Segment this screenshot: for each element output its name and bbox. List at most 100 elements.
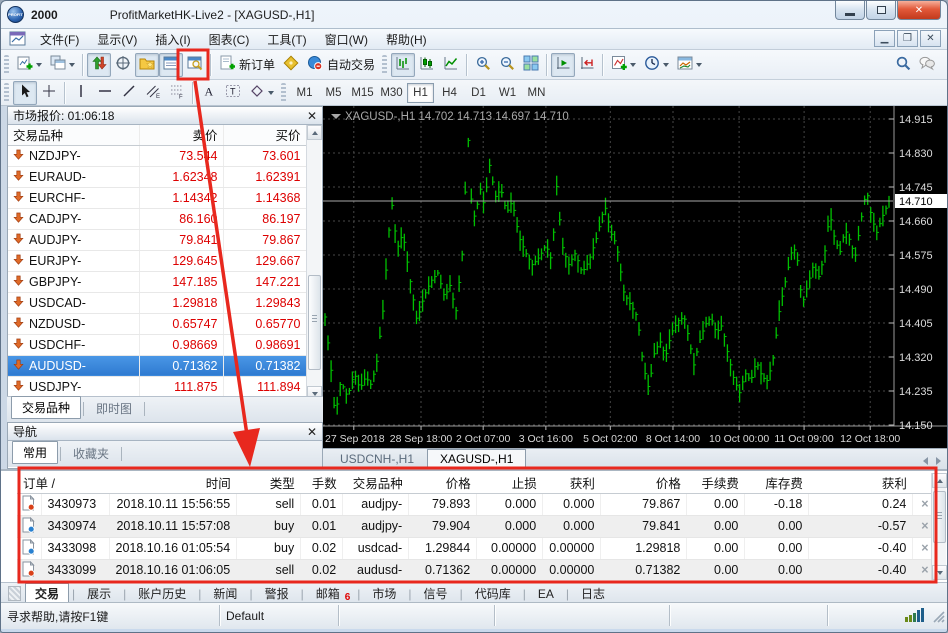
market-watch-row-usdchf[interactable]: USDCHF- 0.98669 0.98691 (8, 334, 307, 356)
fibonacci-button[interactable]: F (165, 81, 189, 105)
new-chart-button[interactable] (13, 53, 46, 77)
chart-minimize-button[interactable]: ▁ (874, 30, 895, 47)
column-header-1[interactable]: 卖价 (139, 125, 224, 146)
orders-column-header-0[interactable]: 订单 / (17, 473, 109, 494)
toolbar-grip[interactable] (281, 82, 286, 103)
timeframe-m15[interactable]: M15 (349, 83, 376, 103)
channel-button[interactable]: E (141, 81, 165, 105)
orders-column-header-5[interactable]: 价格 (408, 473, 477, 494)
order-row-3430973[interactable]: 3430973 2018.10.11 15:56:55 sell 0.01 audjpy… (17, 493, 938, 516)
orders-scrollbar[interactable] (931, 473, 947, 580)
timeframe-w1[interactable]: W1 (494, 83, 521, 103)
scrollbar-thumb[interactable] (933, 491, 946, 543)
navigator-header[interactable]: 导航 ✕ (8, 423, 322, 441)
horizontal-line-button[interactable] (93, 81, 117, 105)
navigator-tab-0[interactable]: 常用 (12, 441, 59, 464)
market-watch-tab-0[interactable]: 交易品种 (11, 396, 82, 419)
chart-canvas[interactable]: 14.915 14.830 14.745 14.660 14.575 14.490 14.4… (323, 106, 947, 448)
market-watch-row-audusd[interactable]: AUDUSD- 0.71362 0.71382 (8, 355, 307, 377)
orders-column-header-2[interactable]: 类型 (236, 473, 301, 494)
column-header-2[interactable]: 买价 (223, 125, 307, 146)
market-watch-row-usdcad[interactable]: USDCAD- 1.29818 1.29843 (8, 292, 307, 314)
text-button[interactable]: A (197, 81, 221, 105)
window-close-button[interactable]: ✕ (897, 1, 941, 20)
terminal-tab-3[interactable]: 新闻 (204, 584, 246, 603)
scroll-up-icon[interactable] (932, 473, 947, 488)
cursor-button[interactable] (13, 80, 37, 105)
menu-item-5[interactable]: 窗口(W) (316, 29, 377, 50)
crosshair-button[interactable] (37, 81, 61, 105)
orders-column-header-8[interactable]: 价格 (600, 473, 687, 494)
terminal-tab-0[interactable]: 交易 (25, 583, 70, 604)
market-watch-close-icon[interactable]: ✕ (307, 110, 317, 122)
shapes-button[interactable] (245, 81, 278, 105)
chevron-down-icon[interactable] (630, 62, 637, 67)
zoom-out-button[interactable] (495, 53, 519, 77)
terminal-grip-icon[interactable] (8, 586, 21, 601)
scroll-down-icon[interactable] (932, 565, 947, 580)
orders-column-header-7[interactable]: 获利 (542, 473, 601, 494)
toolbar-grip[interactable] (4, 54, 9, 75)
scroll-up-icon[interactable] (307, 125, 322, 140)
market-watch-row-cadjpy[interactable]: CADJPY- 86.160 86.197 (8, 208, 307, 230)
candlestick-button[interactable] (415, 53, 439, 77)
chart-close-button[interactable]: ✕ (920, 30, 941, 47)
window-restore-button[interactable] (866, 1, 896, 20)
orders-column-header-1[interactable]: 时间 (109, 473, 237, 494)
menu-item-0[interactable]: 文件(F) (31, 29, 88, 50)
terminal-tab-10[interactable]: 日志 (572, 584, 614, 603)
bar-chart-button[interactable] (391, 52, 416, 77)
order-row-3430974[interactable]: 3430974 2018.10.11 15:57:08 buy 0.01 audjpy-… (17, 515, 938, 538)
search-button[interactable] (891, 53, 915, 77)
terminal-tab-9[interactable]: EA (529, 586, 563, 602)
toolbar-grip[interactable] (4, 82, 9, 103)
market-watch-row-audjpy[interactable]: AUDJPY- 79.841 79.867 (8, 229, 307, 251)
market-watch-row-euraud[interactable]: EURAUD- 1.62348 1.62391 (8, 166, 307, 188)
scrollbar-thumb[interactable] (308, 275, 321, 370)
chevron-down-icon[interactable] (663, 62, 670, 67)
tab-scroll-right-icon[interactable] (936, 457, 941, 465)
orders-column-header-11[interactable]: 获利 (808, 473, 913, 494)
terminal-tab-6[interactable]: 市场 (363, 584, 405, 603)
orders-column-header-9[interactable]: 手续费 (686, 473, 745, 494)
chat-button[interactable] (915, 53, 939, 77)
terminal-tab-5[interactable]: 邮箱 (307, 584, 349, 603)
terminal-tab-8[interactable]: 代码库 (466, 584, 520, 603)
indicators-button[interactable] (607, 53, 640, 77)
orders-column-header-10[interactable]: 库存费 (744, 473, 809, 494)
menu-item-3[interactable]: 图表(C) (200, 29, 259, 50)
status-profile[interactable]: Default (226, 609, 264, 623)
profiles-button[interactable] (46, 53, 79, 77)
tab-scroll-left-icon[interactable] (923, 457, 928, 465)
market-watch-row-eurchf[interactable]: EURCHF- 1.14342 1.14368 (8, 187, 307, 209)
terminal-tab-1[interactable]: 展示 (78, 584, 120, 603)
trendline-button[interactable] (117, 81, 141, 105)
menu-item-1[interactable]: 显示(V) (88, 29, 146, 50)
terminal-tab-7[interactable]: 信号 (415, 584, 457, 603)
zoom-in-button[interactable] (471, 53, 495, 77)
menu-item-6[interactable]: 帮助(H) (377, 29, 436, 50)
timeframe-m5[interactable]: M5 (320, 83, 347, 103)
column-header-0[interactable]: 交易品种 (8, 125, 140, 146)
auto-scroll-button[interactable] (551, 52, 576, 77)
tile-windows-button[interactable] (519, 53, 543, 77)
vertical-line-button[interactable] (69, 81, 93, 105)
market-watch-row-eurjpy[interactable]: EURJPY- 129.645 129.667 (8, 250, 307, 272)
timeframe-h4[interactable]: H4 (436, 83, 463, 103)
timeframe-h1[interactable]: H1 (407, 82, 434, 103)
timeframe-m1[interactable]: M1 (291, 83, 318, 103)
terminal-tab-4[interactable]: 警报 (256, 584, 298, 603)
market-watch-tab-1[interactable]: 即时图 (86, 398, 142, 419)
timeframe-mn[interactable]: MN (523, 83, 550, 103)
orders-column-header-4[interactable]: 交易品种 (342, 473, 409, 494)
navigator-close-icon[interactable]: ✕ (307, 426, 317, 438)
metaeditor-button[interactable] (279, 53, 303, 77)
market-watch-scrollbar[interactable] (306, 125, 322, 401)
chevron-down-icon[interactable] (696, 62, 703, 67)
terminal-tab-2[interactable]: 账户历史 (129, 584, 195, 603)
autotrading-button[interactable]: 自动交易 (303, 53, 379, 77)
market-watch-header[interactable]: 市场报价: 01:06:18 ✕ (8, 107, 322, 125)
timeframe-m30[interactable]: M30 (378, 83, 405, 103)
market-watch-row-nzdusd[interactable]: NZDUSD- 0.65747 0.65770 (8, 313, 307, 335)
market-watch-button[interactable] (87, 52, 111, 77)
